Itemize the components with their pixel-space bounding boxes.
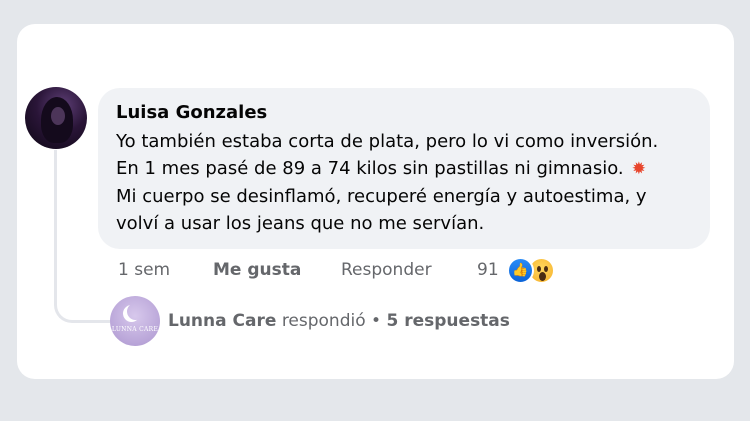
lunna-care-avatar: LUNNA CARE [110, 296, 160, 346]
reaction-icons[interactable]: 👍 [507, 256, 555, 284]
comment-text-part-1: Yo también estaba corta de plata, pero l… [116, 131, 659, 179]
replies-summary[interactable]: LUNNA CARE Lunna Care respondió • 5 resp… [110, 296, 510, 346]
reply-page-name: Lunna Care [168, 311, 277, 331]
moon-icon [127, 303, 144, 320]
collision-emoji-icon: ✹ [631, 159, 646, 179]
avatar-face-shape [51, 107, 65, 125]
comment-author[interactable]: Luisa Gonzales [116, 100, 692, 126]
like-reaction-icon: 👍 [507, 256, 534, 284]
commenter-avatar[interactable] [25, 87, 87, 149]
reply-verb: respondió [281, 311, 366, 331]
comment-time[interactable]: 1 sem [118, 260, 213, 280]
reply-separator: • [371, 311, 382, 331]
comment-actions: 1 sem Me gusta Responder 91 👍 [118, 256, 555, 284]
wow-right-eye [544, 265, 548, 272]
comment-bubble: Luisa Gonzales Yo también estaba corta d… [98, 88, 710, 249]
reply-summary-text[interactable]: Lunna Care respondió • 5 respuestas [168, 311, 510, 331]
reaction-count[interactable]: 91 [477, 260, 507, 280]
comment-text-part-2: Mi cuerpo se desinflamó, recuperé energí… [116, 186, 647, 234]
reply-button[interactable]: Responder [341, 260, 477, 280]
like-button[interactable]: Me gusta [213, 260, 341, 280]
comment-text: Yo también estaba corta de plata, pero l… [116, 128, 661, 237]
reply-count: 5 respuestas [386, 311, 510, 331]
avatar-brand-text: LUNNA CARE [111, 326, 159, 333]
wow-left-eye [537, 265, 541, 272]
wow-mouth [539, 271, 546, 281]
